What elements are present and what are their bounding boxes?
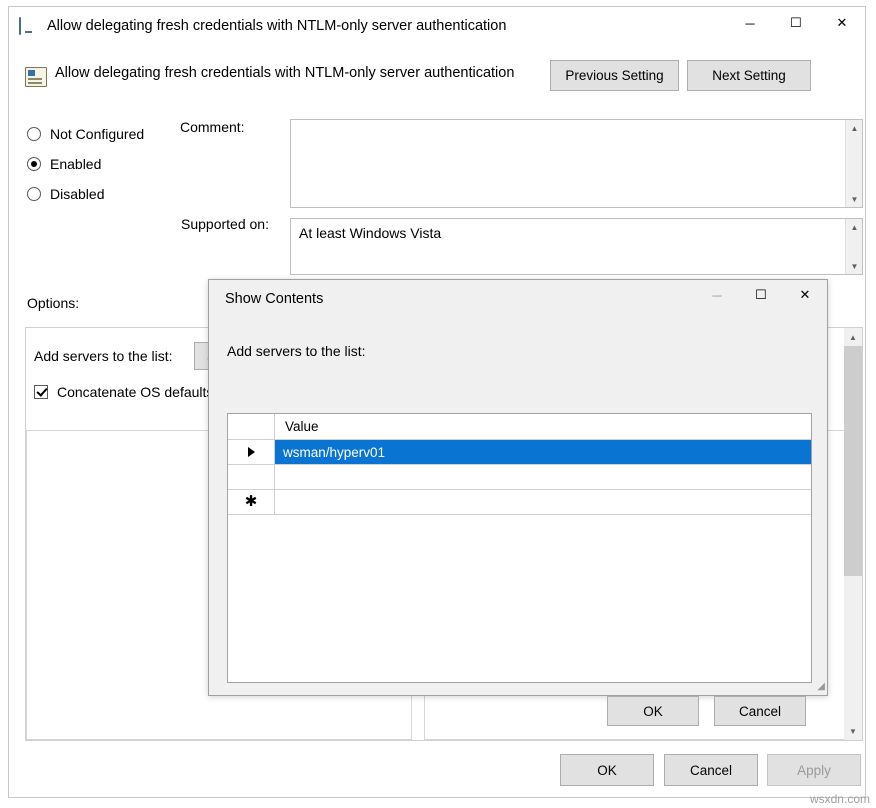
radio-circle-enabled [27,157,41,171]
new-row-asterisk-icon: ✱ [245,495,258,509]
radio-disabled[interactable]: Disabled [27,179,144,209]
table-row[interactable] [228,465,811,490]
row-value-cell[interactable] [275,490,811,514]
table-row-new[interactable]: ✱ [228,490,811,515]
cancel-button[interactable]: Cancel [664,754,758,786]
concatenate-defaults-checkbox[interactable] [34,385,48,399]
radio-label-not-configured: Not Configured [50,126,144,142]
grid-header-row: Value [228,414,811,440]
scroll-up-icon[interactable]: ▲ [844,328,862,346]
window-controls: ─ ☐ ✕ [727,7,865,39]
show-contents-dialog: Show Contents ─ ☐ ✕ Add servers to the l… [208,279,828,696]
policy-state-radio-group: Not Configured Enabled Disabled [27,119,144,209]
show-contents-subtitle: Add servers to the list: [227,343,366,359]
add-servers-label: Add servers to the list: [34,348,173,364]
options-label: Options: [27,295,79,311]
radio-circle-not-configured [27,127,41,141]
minimize-button[interactable]: ─ [727,7,773,39]
group-policy-icon [19,18,37,34]
ok-button[interactable]: OK [560,754,654,786]
scroll-down-icon[interactable]: ▼ [846,191,863,207]
supported-on-label: Supported on: [181,216,269,232]
scroll-down-icon[interactable]: ▼ [844,722,862,740]
window-title: Allow delegating fresh credentials with … [47,18,506,34]
concatenate-defaults-label: Concatenate OS defaults w [57,384,227,400]
policy-setting-icon [25,67,47,87]
supported-on-textbox[interactable]: At least Windows Vista ▲ ▼ [290,218,863,275]
watermark: wsxdn.com [810,792,870,806]
row-selector[interactable] [228,465,275,489]
close-button[interactable]: ✕ [783,280,827,310]
scrollbar-thumb[interactable] [844,346,862,576]
grid-header-value[interactable]: Value [275,414,811,439]
row-selector[interactable] [228,440,275,464]
current-row-arrow-icon [248,447,255,457]
show-contents-title: Show Contents [225,291,323,307]
comment-scrollbar[interactable]: ▲ ▼ [845,120,862,207]
supported-on-value: At least Windows Vista [291,219,862,247]
values-grid[interactable]: Value wsman/hyperv01 ✱ [227,413,812,683]
close-button[interactable]: ✕ [819,7,865,39]
radio-circle-disabled [27,187,41,201]
row-selector[interactable]: ✱ [228,490,275,514]
show-contents-window-controls: ─ ☐ ✕ [695,280,827,310]
minimize-button[interactable]: ─ [695,280,739,310]
comment-textbox[interactable]: ▲ ▼ [290,119,863,208]
table-row[interactable]: wsman/hyperv01 [228,440,811,465]
show-contents-body: Add servers to the list: Value wsman/hyp… [209,318,827,695]
show-contents-titlebar: Show Contents ─ ☐ ✕ [209,280,827,318]
options-scrollbar[interactable]: ▲ ▼ [844,328,862,740]
window-titlebar: Allow delegating fresh credentials with … [9,7,865,45]
supported-on-scrollbar[interactable]: ▲ ▼ [845,219,862,274]
row-value-cell[interactable]: wsman/hyperv01 [275,440,811,464]
comment-value [291,120,862,132]
grid-header-rowselector [228,414,275,439]
show-contents-ok-button[interactable]: OK [607,696,699,726]
concatenate-defaults-checkbox-row[interactable]: Concatenate OS defaults w [34,384,227,400]
scroll-up-icon[interactable]: ▲ [846,120,863,136]
radio-not-configured[interactable]: Not Configured [27,119,144,149]
apply-button[interactable]: Apply [767,754,861,786]
scroll-down-icon[interactable]: ▼ [846,258,863,274]
show-contents-cancel-button[interactable]: Cancel [714,696,806,726]
previous-setting-button[interactable]: Previous Setting [550,60,679,91]
comment-label: Comment: [180,119,245,135]
maximize-button[interactable]: ☐ [773,7,819,39]
radio-enabled[interactable]: Enabled [27,149,144,179]
radio-label-enabled: Enabled [50,156,101,172]
maximize-button[interactable]: ☐ [739,280,783,310]
scroll-up-icon[interactable]: ▲ [846,219,863,235]
resize-grip-icon[interactable]: ◢ [813,681,825,693]
next-setting-button[interactable]: Next Setting [687,60,811,91]
radio-label-disabled: Disabled [50,186,104,202]
policy-header-title: Allow delegating fresh credentials with … [55,65,514,81]
policy-header: Allow delegating fresh credentials with … [9,63,865,107]
row-value-cell[interactable] [275,465,811,489]
